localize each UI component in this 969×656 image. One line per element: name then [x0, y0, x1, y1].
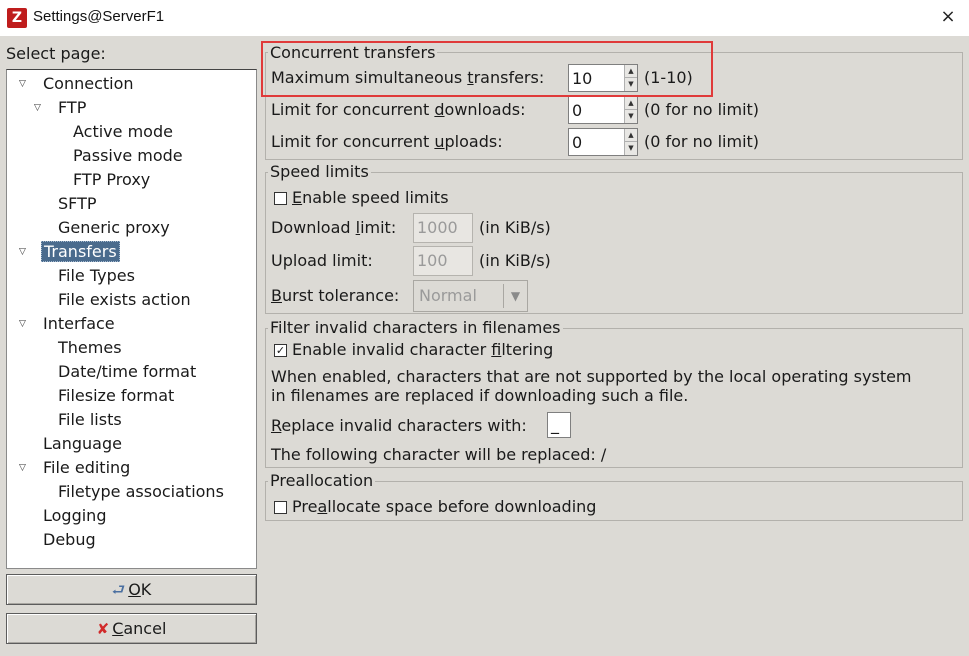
tree-item-connection[interactable]: Connection [41, 73, 136, 95]
tree-item-filesize-format[interactable]: Filesize format [56, 385, 176, 407]
tree-item-label: Themes [58, 338, 122, 357]
expander-icon[interactable]: ▽ [34, 97, 46, 119]
tree-item-label: File lists [58, 410, 122, 429]
tree-item-label: Transfers [41, 241, 120, 262]
tree-item-file-lists[interactable]: File lists [56, 409, 124, 431]
tree-item-file-types[interactable]: File Types [56, 265, 137, 287]
tree-item-interface[interactable]: Interface [41, 313, 117, 335]
concurrent-uploads-hint: (0 for no limit) [644, 132, 760, 151]
spin-down-icon[interactable]: ▼ [625, 110, 637, 123]
title-bar: Z Settings@ServerF1 × [0, 0, 969, 36]
tree-item-label: Connection [43, 74, 134, 93]
concurrent-downloads-spinner[interactable]: 0 ▲ ▼ [568, 96, 638, 124]
burst-tolerance-value: Normal [419, 286, 477, 305]
expander-icon[interactable]: ▽ [19, 313, 31, 335]
tree-item-label: Filetype associations [58, 482, 224, 501]
tree-item-passive-mode[interactable]: Passive mode [71, 145, 185, 167]
tree-item-label: Date/time format [58, 362, 197, 381]
tree-item-label: FTP Proxy [73, 170, 151, 189]
tree-item-themes[interactable]: Themes [56, 337, 124, 359]
tree-item-ftp[interactable]: FTP [56, 97, 88, 119]
annotation-highlight-box [261, 41, 713, 97]
tree-item-transfers[interactable]: Transfers [41, 241, 120, 263]
upload-limit-label: Upload limit: [271, 251, 373, 270]
cancel-icon: ✘ [96, 620, 110, 638]
tree-item-logging[interactable]: Logging [41, 505, 108, 527]
tree-item-label: Generic proxy [58, 218, 170, 237]
concurrent-downloads-label: Limit for concurrent downloads: [271, 100, 526, 119]
spin-up-icon[interactable]: ▲ [625, 129, 637, 142]
replace-characters-label: Replace invalid characters with: [271, 416, 527, 435]
filter-invalid-characters-title: Filter invalid characters in filenames [268, 318, 563, 337]
tree-item-date-time-format[interactable]: Date/time format [56, 361, 198, 383]
concurrent-uploads-spinner[interactable]: 0 ▲ ▼ [568, 128, 638, 156]
tree-item-debug[interactable]: Debug [41, 529, 98, 551]
tree-item-language[interactable]: Language [41, 433, 124, 455]
ok-button[interactable]: ⮐ OK [6, 574, 257, 605]
concurrent-uploads-label: Limit for concurrent uploads: [271, 132, 503, 151]
spin-down-icon[interactable]: ▼ [625, 142, 637, 155]
filter-description-line2: in filenames are replaced if downloading… [271, 386, 689, 405]
tree-item-ftp-proxy[interactable]: FTP Proxy [71, 169, 152, 191]
page-tree[interactable]: ▽ Connection ▽ FTP Active mode Passive mode FT… [6, 69, 257, 569]
expander-icon[interactable]: ▽ [19, 457, 31, 479]
spin-up-icon[interactable]: ▲ [625, 97, 637, 110]
concurrent-downloads-hint: (0 for no limit) [644, 100, 760, 119]
tree-item-filetype-associations[interactable]: Filetype associations [56, 481, 226, 503]
enable-filtering-label: Enable invalid character filtering [292, 340, 554, 359]
tree-item-label: Filesize format [58, 386, 175, 405]
burst-tolerance-label: Burst tolerance: [271, 286, 400, 305]
select-page-label: Select page: [6, 44, 106, 63]
tree-item-file-editing[interactable]: File editing [41, 457, 132, 479]
tree-item-label: Passive mode [73, 146, 183, 165]
download-limit-unit: (in KiB/s) [479, 218, 551, 237]
close-button[interactable]: × [937, 5, 959, 29]
tree-item-label: File exists action [58, 290, 191, 309]
tree-item-generic-proxy[interactable]: Generic proxy [56, 217, 172, 239]
ok-icon: ⮐ [111, 581, 126, 599]
preallocate-label: Preallocate space before downloading [292, 497, 597, 516]
concurrent-uploads-value: 0 [572, 133, 583, 152]
download-limit-label: Download limit: [271, 218, 397, 237]
speed-limits-title: Speed limits [268, 162, 371, 181]
chevron-down-icon: ▼ [503, 284, 527, 308]
preallocation-title: Preallocation [268, 471, 376, 490]
tree-item-label: Active mode [73, 122, 173, 141]
expander-icon[interactable]: ▽ [19, 73, 31, 95]
enable-speed-limits-checkbox[interactable] [274, 192, 287, 205]
tree-item-label: Debug [43, 530, 96, 549]
tree-item-label: Logging [43, 506, 107, 525]
tree-item-active-mode[interactable]: Active mode [71, 121, 175, 143]
burst-tolerance-select[interactable]: Normal ▼ [413, 280, 528, 312]
tree-item-sftp[interactable]: SFTP [56, 193, 99, 215]
tree-item-file-exists-action[interactable]: File exists action [56, 289, 193, 311]
filter-description-line1: When enabled, characters that are not su… [271, 367, 912, 386]
window-title: Settings@ServerF1 [33, 8, 165, 25]
replace-character-input[interactable]: _ [547, 412, 571, 438]
tree-item-label: FTP [58, 98, 87, 117]
tree-item-label: File editing [43, 458, 131, 477]
concurrent-downloads-value: 0 [572, 101, 583, 120]
preallocate-checkbox[interactable] [274, 501, 287, 514]
upload-limit-input[interactable]: 100 [413, 246, 473, 276]
tree-item-label: SFTP [58, 194, 97, 213]
expander-icon[interactable]: ▽ [19, 241, 31, 263]
tree-item-label: Language [43, 434, 122, 453]
upload-limit-unit: (in KiB/s) [479, 251, 551, 270]
settings-dialog: Select page: ▽ Connection ▽ FTP Active mode P… [0, 36, 969, 656]
download-limit-input[interactable]: 1000 [413, 213, 473, 243]
cancel-button[interactable]: ✘ Cancel [6, 613, 257, 644]
filezilla-icon: Z [7, 8, 27, 28]
enable-filtering-checkbox[interactable]: ✓ [274, 344, 287, 357]
tree-item-label: Interface [43, 314, 115, 333]
tree-item-label: File Types [58, 266, 135, 285]
enable-speed-limits-label: Enable speed limits [292, 188, 449, 207]
replaced-character-note: The following character will be replaced… [271, 445, 607, 464]
